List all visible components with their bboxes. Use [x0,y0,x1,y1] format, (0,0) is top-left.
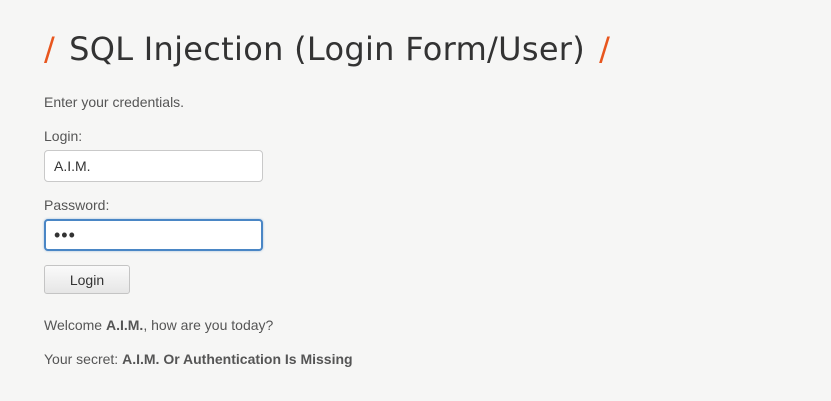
welcome-message: Welcome A.I.M., how are you today? [44,317,273,333]
page-title: / SQL Injection (Login Form/User) / [44,26,610,72]
title-slash-right: / [599,30,611,68]
page-title-text: SQL Injection (Login Form/User) [69,30,586,68]
form-intro-text: Enter your credentials. [44,94,185,110]
password-input[interactable] [44,219,263,251]
login-input[interactable] [44,150,263,182]
login-label: Login: [44,128,83,144]
welcome-prefix: Welcome [44,317,106,333]
title-slash-left: / [44,30,56,68]
password-label: Password: [44,197,110,213]
login-button[interactable]: Login [44,265,130,294]
welcome-user: A.I.M. [105,317,144,333]
secret-value: A.I.M. Or Authentication Is Missing [122,351,353,367]
secret-message: Your secret: A.I.M. Or Authentication Is… [44,351,353,367]
secret-prefix: Your secret: [44,351,123,367]
welcome-suffix: , how are you today? [143,317,274,333]
